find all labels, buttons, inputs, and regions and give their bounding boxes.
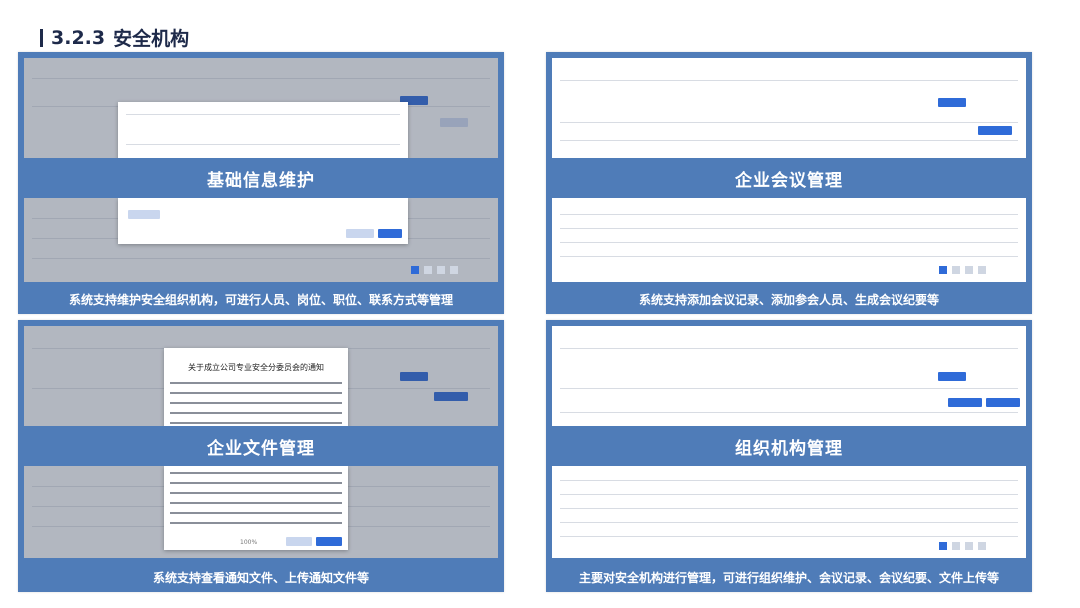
screenshot-basic-info-top bbox=[24, 58, 498, 158]
caption-basic-info: 系统支持维护安全组织机构，可进行人员、岗位、职位、联系方式等管理 bbox=[68, 292, 453, 307]
caption-organization: 主要对安全机构进行管理，可进行组织维护、会议记录、会议纪要、文件上传等 bbox=[578, 570, 999, 585]
section-title: 安全机构 bbox=[113, 28, 190, 50]
banner-meeting: 企业会议管理 bbox=[735, 170, 843, 191]
zoom-level: 100% bbox=[240, 539, 258, 546]
pagination[interactable] bbox=[939, 266, 986, 274]
caption-meeting: 系统支持添加会议记录、添加参会人员、生成会议纪要等 bbox=[638, 292, 939, 307]
screenshot-org-bottom bbox=[552, 466, 1026, 558]
banner-basic-info: 基础信息维护 bbox=[207, 170, 315, 191]
screenshot-meeting-bottom bbox=[552, 198, 1026, 282]
screenshot-basic-info-bottom bbox=[24, 198, 498, 282]
notice-heading: 关于成立公司专业安全分委员会的通知 bbox=[188, 363, 324, 372]
title-bar-decoration bbox=[40, 28, 43, 47]
screenshot-document-bottom: 100% bbox=[24, 466, 498, 558]
panel-organization: 组织机构管理 主要对安全机构进行管理，可进行组织维护、会议记录、会议纪要、文件上… bbox=[546, 320, 1032, 592]
banner-document: 企业文件管理 bbox=[207, 438, 315, 459]
notice-preview-bottom: 100% bbox=[164, 466, 348, 550]
panel-basic-info: 基础信息维护 系统支持维护安全组织机构，可进行人员、岗位、职位、联系方式等管理 bbox=[18, 52, 504, 314]
notice-preview-top: 关于成立公司专业安全分委员会的通知 bbox=[164, 348, 348, 426]
screenshot-org-top bbox=[552, 326, 1026, 426]
screenshot-document-top: 关于成立公司专业安全分委员会的通知 bbox=[24, 326, 498, 426]
dialog-add-org-lower bbox=[118, 198, 408, 244]
panel-document: 关于成立公司专业安全分委员会的通知 企业文件管理 100% 系统支持查看通知文件… bbox=[18, 320, 504, 592]
page-title: 3.2.3 安全机构 bbox=[40, 24, 189, 51]
pagination[interactable] bbox=[411, 266, 458, 274]
dialog-add-org bbox=[118, 102, 408, 158]
banner-organization: 组织机构管理 bbox=[735, 438, 843, 459]
section-number: 3.2.3 bbox=[51, 26, 106, 49]
screenshot-meeting-top bbox=[552, 58, 1026, 158]
caption-document: 系统支持查看通知文件、上传通知文件等 bbox=[152, 570, 369, 585]
pagination[interactable] bbox=[939, 542, 986, 550]
panel-meeting: 企业会议管理 系统支持添加会议记录、添加参会人员、生成会议纪要等 bbox=[546, 52, 1032, 314]
